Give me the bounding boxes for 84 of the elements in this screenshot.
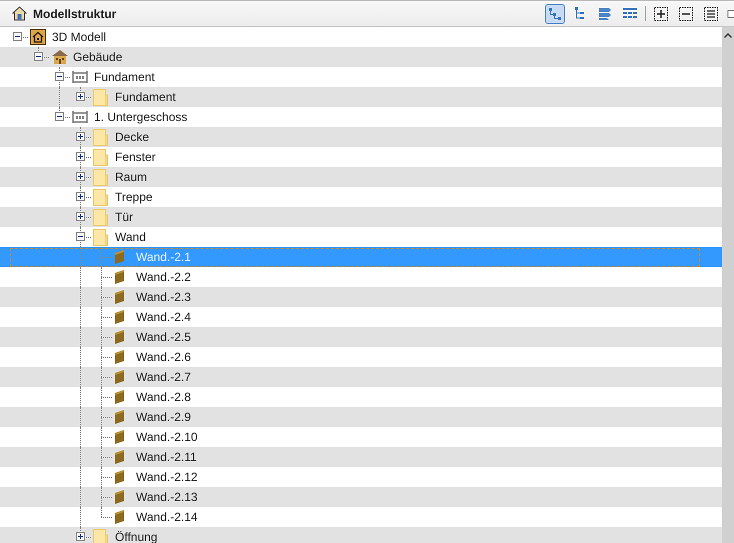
- node-label: Wand.-2.10: [136, 430, 198, 444]
- expand-toggle[interactable]: [76, 232, 85, 241]
- panel-icon: [114, 329, 125, 345]
- expand-toggle[interactable]: [76, 132, 85, 141]
- node-label: Wand.-2.8: [136, 390, 191, 404]
- panel-icon: [114, 249, 125, 265]
- tree-item[interactable]: Wand.-2.9: [0, 407, 722, 427]
- folder-icon: [93, 188, 108, 206]
- scroll-up-icon[interactable]: [724, 33, 732, 38]
- node-label: Wand.-2.6: [136, 350, 191, 364]
- tree-item[interactable]: Fenster: [0, 147, 722, 167]
- panel-icon: [114, 349, 125, 365]
- folder-icon: [93, 128, 108, 146]
- expand-toggle[interactable]: [76, 172, 85, 181]
- panel-icon: [114, 369, 125, 385]
- folder-icon: [93, 208, 108, 226]
- folder-icon: [93, 528, 108, 543]
- panel-icon: [114, 289, 125, 305]
- tree-item[interactable]: Wand: [0, 227, 722, 247]
- panel-icon: [114, 269, 125, 285]
- node-label: Wand.-2.11: [136, 450, 197, 464]
- house-icon: [12, 6, 27, 21]
- node-label: Wand.-2.5: [136, 330, 191, 344]
- folder-icon: [93, 148, 108, 166]
- expand-toggle[interactable]: [34, 52, 43, 61]
- node-label: Gebäude: [73, 50, 122, 64]
- expand-toggle[interactable]: [76, 532, 85, 541]
- tree-item[interactable]: Treppe: [0, 187, 722, 207]
- rack-icon: [72, 110, 88, 124]
- panel-title: Modellstruktur: [33, 6, 116, 20]
- folder-icon: [93, 168, 108, 186]
- node-label: Wand.-2.4: [136, 310, 191, 324]
- tree-item[interactable]: Gebäude: [0, 47, 722, 67]
- panel-icon: [114, 409, 125, 425]
- tree-item[interactable]: Wand.-2.3: [0, 287, 722, 307]
- scrollbar[interactable]: [722, 27, 734, 543]
- node-label: Wand.-2.2: [136, 270, 191, 284]
- node-label: Raum: [115, 170, 148, 184]
- node-label: Wand.-2.13: [136, 490, 198, 504]
- tree-item[interactable]: Wand.-2.11: [0, 447, 722, 467]
- node-label: Wand.-2.1: [136, 250, 191, 264]
- node-label: Wand.-2.9: [136, 410, 191, 424]
- panel-icon: [114, 509, 125, 525]
- node-label: Decke: [115, 130, 150, 144]
- node-label: Wand.-2.3: [136, 290, 191, 304]
- building-icon: [51, 49, 69, 65]
- tree-item[interactable]: Raum: [0, 167, 722, 187]
- node-label: Tür: [115, 210, 133, 224]
- expand-toggle[interactable]: [55, 72, 64, 81]
- panel-icon: [114, 449, 125, 465]
- node-label: Wand.-2.7: [136, 370, 191, 384]
- node-label: Fundament: [94, 70, 155, 84]
- expand-toggle[interactable]: [76, 152, 85, 161]
- node-label: Fenster: [115, 150, 156, 164]
- panel-icon: [114, 489, 125, 505]
- expand-toggle[interactable]: [55, 112, 64, 121]
- expand-toggle[interactable]: [13, 32, 22, 41]
- expand-toggle[interactable]: [76, 212, 85, 221]
- node-label: 1. Untergeschoss: [94, 110, 188, 124]
- node-label: Wand.-2.14: [136, 510, 198, 524]
- tree-item[interactable]: Wand.-2.7: [0, 367, 722, 387]
- panel-icon: [114, 469, 125, 485]
- folder-icon: [93, 228, 108, 246]
- expand-toggle[interactable]: [76, 92, 85, 101]
- rack-icon: [72, 70, 88, 84]
- tree-item[interactable]: Wand.-2.13: [0, 487, 722, 507]
- node-label: 3D Modell: [52, 30, 106, 44]
- tree-view-icon[interactable]: [545, 4, 565, 24]
- panel-icon: [114, 309, 125, 325]
- node-label: Wand: [115, 230, 146, 244]
- panel-icon: [114, 429, 125, 445]
- tree-item[interactable]: Fundament: [0, 87, 722, 107]
- node-label: Wand.-2.12: [136, 470, 198, 484]
- panel-icon: [114, 389, 125, 405]
- tree-item[interactable]: Wand.-2.5: [0, 327, 722, 347]
- tree-item[interactable]: 1. Untergeschoss: [0, 107, 722, 127]
- node-label: Fundament: [115, 90, 176, 104]
- tree-item[interactable]: 3D Modell: [0, 27, 722, 47]
- expand-toggle[interactable]: [76, 192, 85, 201]
- node-label: Treppe: [115, 190, 153, 204]
- tree-item[interactable]: Decke: [0, 127, 722, 147]
- tree-item[interactable]: Tür: [0, 207, 722, 227]
- folder-icon: [93, 88, 108, 106]
- house-icon: [30, 29, 46, 45]
